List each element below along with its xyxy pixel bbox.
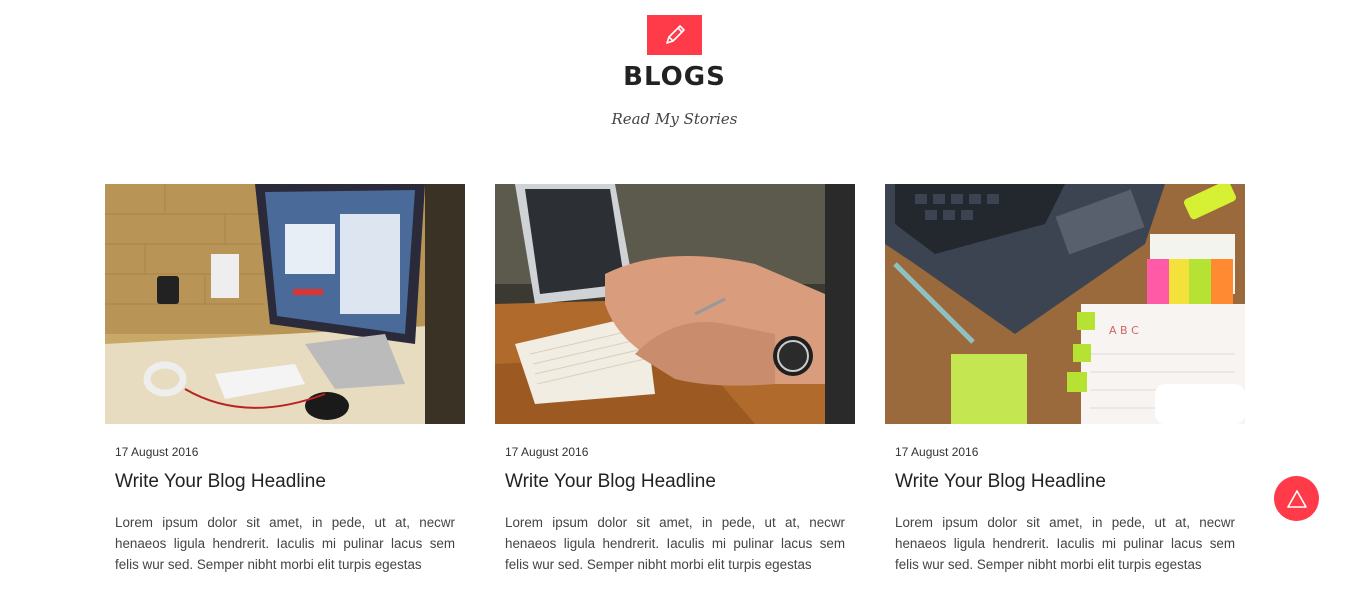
section-icon-box xyxy=(647,15,702,55)
blog-image-writing-notebook[interactable] xyxy=(495,184,855,424)
svg-text:A B C: A B C xyxy=(1109,324,1139,337)
blog-card[interactable]: 17 August 2016 Write Your Blog Headline … xyxy=(495,184,855,575)
post-date: 17 August 2016 xyxy=(895,445,979,459)
laptop-sticky-notes-photo: A B C xyxy=(885,184,1245,424)
post-headline[interactable]: Write Your Blog Headline xyxy=(115,470,465,494)
post-excerpt: Lorem ipsum dolor sit amet, in pede, ut … xyxy=(505,515,845,572)
triangle-up-icon xyxy=(1286,489,1307,508)
post-date: 17 August 2016 xyxy=(115,445,199,459)
scroll-to-top-button[interactable] xyxy=(1274,476,1319,521)
post-headline[interactable]: Write Your Blog Headline xyxy=(895,470,1245,494)
post-date: 17 August 2016 xyxy=(505,445,589,459)
pencil-icon xyxy=(665,25,685,44)
desk-computer-photo xyxy=(105,184,465,424)
post-headline[interactable]: Write Your Blog Headline xyxy=(505,470,855,494)
blog-card[interactable]: A B C 17 August 2016 Write Your Blog Hea… xyxy=(885,184,1245,575)
section-title: BLOGS xyxy=(623,62,726,92)
blog-image-desk-computer[interactable] xyxy=(105,184,465,424)
writing-notebook-photo xyxy=(495,184,855,424)
post-excerpt: Lorem ipsum dolor sit amet, in pede, ut … xyxy=(895,515,1235,572)
blog-image-laptop-sticky-notes[interactable]: A B C xyxy=(885,184,1245,424)
blog-card[interactable]: 17 August 2016 Write Your Blog Headline … xyxy=(105,184,465,575)
section-subtitle: Read My Stories xyxy=(611,110,738,128)
post-excerpt: Lorem ipsum dolor sit amet, in pede, ut … xyxy=(115,515,455,572)
